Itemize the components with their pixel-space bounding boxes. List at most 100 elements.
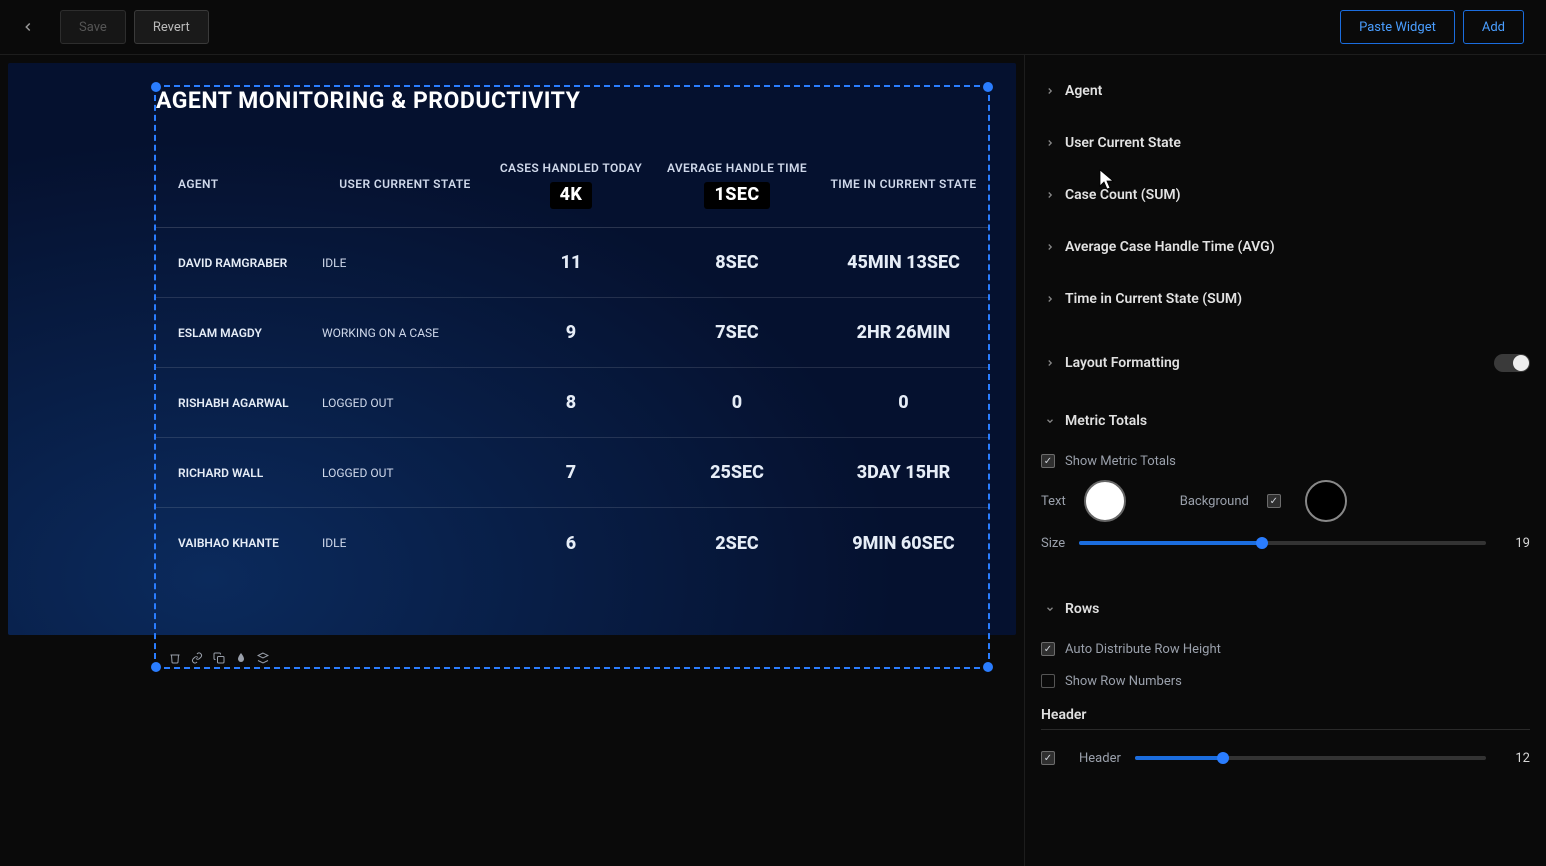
save-button[interactable]: Save: [60, 10, 126, 44]
field-item-time-in-state[interactable]: Time in Current State (SUM): [1041, 273, 1530, 325]
header-size-slider[interactable]: [1135, 756, 1486, 760]
cell-avg: 8SEC: [654, 252, 820, 273]
table-row[interactable]: VAIBHAO KHANTE IDLE 6 2SEC 9MIN 60SEC: [156, 508, 988, 578]
chevron-right-icon: [1041, 86, 1059, 96]
section-label: Layout Formatting: [1065, 355, 1180, 371]
cell-cases: 7: [488, 462, 654, 483]
table-row[interactable]: RISHABH AGARWAL LOGGED OUT 8 0 0: [156, 368, 988, 438]
col-head-time: TIME IN CURRENT STATE: [820, 176, 987, 192]
auto-distribute-label: Auto Distribute Row Height: [1065, 642, 1221, 657]
layers-icon[interactable]: [256, 651, 270, 665]
chevron-left-icon: [21, 20, 35, 34]
cell-agent: VAIBHAO KHANTE: [156, 536, 322, 550]
show-metric-totals-label: Show Metric Totals: [1065, 454, 1176, 469]
revert-button[interactable]: Revert: [134, 10, 209, 44]
widget-table[interactable]: AGENT USER CURRENT STATE CASES HANDLED T…: [156, 142, 988, 578]
cell-avg: 7SEC: [654, 322, 820, 343]
cell-time: 2HR 26MIN: [820, 322, 987, 343]
cell-time: 3DAY 15HR: [820, 462, 987, 483]
table-row[interactable]: ESLAM MAGDY WORKING ON A CASE 9 7SEC 2HR…: [156, 298, 988, 368]
cell-agent: DAVID RAMGRABER: [156, 256, 322, 270]
cell-agent: ESLAM MAGDY: [156, 326, 322, 340]
field-label: Average Case Handle Time (AVG): [1065, 239, 1275, 255]
section-label: Rows: [1065, 601, 1099, 617]
show-row-numbers-checkbox[interactable]: [1041, 674, 1055, 688]
trash-icon[interactable]: [168, 651, 182, 665]
col-head-avg-label: AVERAGE HANDLE TIME: [662, 160, 812, 176]
metric-total-cases: 4K: [550, 182, 593, 208]
layout-formatting-section[interactable]: Layout Formatting: [1041, 343, 1530, 383]
metric-totals-body: Show Metric Totals Text Background Size …: [1041, 441, 1530, 571]
widget-title: AGENT MONITORING & PRODUCTIVITY: [156, 87, 1016, 114]
size-slider[interactable]: [1079, 541, 1486, 545]
metric-total-avg: 1SEC: [704, 182, 769, 208]
cell-cases: 6: [488, 533, 654, 554]
header-checkbox[interactable]: [1041, 751, 1055, 765]
paste-widget-button[interactable]: Paste Widget: [1340, 10, 1455, 44]
back-button[interactable]: [14, 13, 42, 41]
header-size-value: 12: [1500, 751, 1530, 766]
resize-handle-br[interactable]: [983, 662, 993, 672]
table-header: AGENT USER CURRENT STATE CASES HANDLED T…: [156, 142, 988, 228]
header-subsection-label: Header: [1041, 707, 1530, 730]
chevron-right-icon: [1041, 190, 1059, 200]
background-color-swatch[interactable]: [1305, 480, 1347, 522]
cell-state: LOGGED OUT: [322, 466, 488, 480]
col-head-agent: AGENT: [156, 176, 322, 192]
col-head-state: USER CURRENT STATE: [322, 176, 488, 192]
background-color-label: Background: [1180, 494, 1249, 509]
layout-formatting-toggle[interactable]: [1494, 354, 1530, 372]
add-button[interactable]: Add: [1463, 10, 1524, 44]
cell-cases: 8: [488, 392, 654, 413]
size-value: 19: [1500, 536, 1530, 551]
chevron-down-icon: [1041, 604, 1059, 614]
chevron-right-icon: [1041, 242, 1059, 252]
cell-state: LOGGED OUT: [322, 396, 488, 410]
dashboard-canvas[interactable]: AGENT MONITORING & PRODUCTIVITY AGENT US…: [8, 63, 1016, 635]
copy-icon[interactable]: [212, 651, 226, 665]
chevron-right-icon: [1041, 138, 1059, 148]
field-item-user-state[interactable]: User Current State: [1041, 117, 1530, 169]
section-label: Metric Totals: [1065, 413, 1147, 429]
table-row[interactable]: RICHARD WALL LOGGED OUT 7 25SEC 3DAY 15H…: [156, 438, 988, 508]
chevron-right-icon: [1041, 294, 1059, 304]
chevron-down-icon: [1041, 416, 1059, 426]
canvas-area[interactable]: AGENT MONITORING & PRODUCTIVITY AGENT US…: [0, 55, 1024, 866]
size-label: Size: [1041, 536, 1065, 551]
cell-agent: RICHARD WALL: [156, 466, 322, 480]
widget-mini-toolbar: [168, 651, 270, 665]
show-metric-totals-checkbox[interactable]: [1041, 454, 1055, 468]
cell-avg: 25SEC: [654, 462, 820, 483]
table-row[interactable]: DAVID RAMGRABER IDLE 11 8SEC 45MIN 13SEC: [156, 228, 988, 298]
header-checkbox-label: Header: [1079, 751, 1121, 766]
text-color-label: Text: [1041, 494, 1066, 509]
cell-state: IDLE: [322, 536, 488, 550]
field-label: Agent: [1065, 83, 1102, 99]
field-item-avg-handle-time[interactable]: Average Case Handle Time (AVG): [1041, 221, 1530, 273]
cell-cases: 9: [488, 322, 654, 343]
link-icon[interactable]: [190, 651, 204, 665]
auto-distribute-checkbox[interactable]: [1041, 642, 1055, 656]
field-item-case-count[interactable]: Case Count (SUM): [1041, 169, 1530, 221]
field-label: Time in Current State (SUM): [1065, 291, 1242, 307]
cell-state: WORKING ON A CASE: [322, 326, 488, 340]
col-head-avg: AVERAGE HANDLE TIME 1SEC: [654, 160, 820, 208]
metric-totals-section[interactable]: Metric Totals: [1041, 401, 1530, 441]
cell-avg: 2SEC: [654, 533, 820, 554]
col-head-cases-label: CASES HANDLED TODAY: [496, 160, 646, 176]
cell-avg: 0: [654, 392, 820, 413]
field-item-agent[interactable]: Agent: [1041, 65, 1530, 117]
rows-section-body: Auto Distribute Row Height Show Row Numb…: [1041, 629, 1530, 786]
col-head-cases: CASES HANDLED TODAY 4K: [488, 160, 654, 208]
text-color-swatch[interactable]: [1084, 480, 1126, 522]
rows-section[interactable]: Rows: [1041, 589, 1530, 629]
field-label: Case Count (SUM): [1065, 187, 1181, 203]
cell-time: 45MIN 13SEC: [820, 252, 987, 273]
properties-panel[interactable]: Agent User Current State Case Count (SUM…: [1024, 55, 1546, 866]
cell-agent: RISHABH AGARWAL: [156, 396, 322, 410]
field-label: User Current State: [1065, 135, 1181, 151]
droplet-icon[interactable]: [234, 651, 248, 665]
resize-handle-bl[interactable]: [151, 662, 161, 672]
background-enable-checkbox[interactable]: [1267, 494, 1281, 508]
cell-state: IDLE: [322, 256, 488, 270]
